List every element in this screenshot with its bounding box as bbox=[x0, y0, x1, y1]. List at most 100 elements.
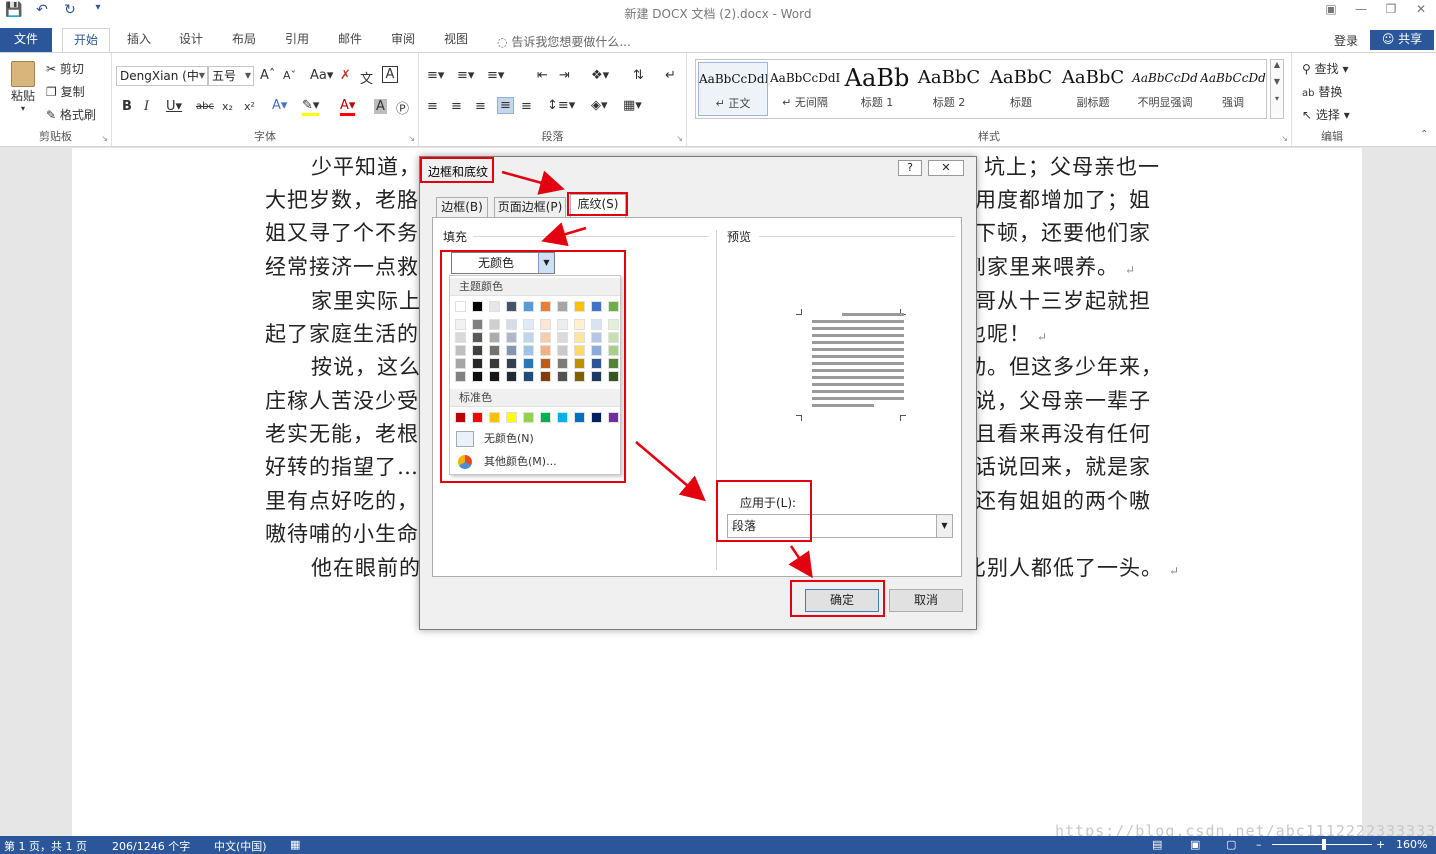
copy-button[interactable]: ❐ 复制 bbox=[46, 83, 85, 100]
text-line: 比别人都低了一头。 ↵ bbox=[965, 552, 1180, 582]
page-count[interactable]: 第 1 页，共 1 页 bbox=[4, 838, 87, 854]
style-name: 不明显强调 bbox=[1137, 96, 1193, 109]
close-icon[interactable]: ✕ bbox=[928, 160, 964, 176]
change-case-icon[interactable]: Aa▾ bbox=[310, 68, 333, 83]
tab-page-border[interactable]: 页面边框(P) bbox=[494, 197, 566, 218]
paste-button[interactable]: 粘贴 ▾ bbox=[8, 61, 38, 113]
character-border-icon[interactable]: A bbox=[382, 66, 398, 83]
font-launcher-icon[interactable]: ↘ bbox=[408, 134, 415, 143]
style-heading-2[interactable]: AaBbC 标题 2 bbox=[914, 62, 984, 116]
tab-references[interactable]: 引用 bbox=[280, 28, 314, 52]
format-painter-button[interactable]: ✎ 格式刷 bbox=[46, 106, 96, 123]
align-center-icon[interactable]: ≡ bbox=[451, 99, 462, 114]
distributed-icon[interactable]: ≡ bbox=[521, 99, 532, 114]
style-subtle-emphasis[interactable]: AaBbCcDd 不明显强调 bbox=[1130, 62, 1200, 116]
bold-icon[interactable]: B bbox=[122, 99, 132, 114]
web-layout-icon[interactable]: ▢ bbox=[1226, 838, 1236, 851]
share-button[interactable]: ☺ 共享 bbox=[1370, 30, 1434, 50]
underline-icon[interactable]: U▾ bbox=[166, 99, 182, 114]
chevron-down-icon[interactable]: ▼ bbox=[936, 515, 952, 537]
show-marks-icon[interactable]: ↵ bbox=[665, 68, 676, 83]
font-color-icon[interactable]: A▾ bbox=[340, 98, 356, 116]
select-button[interactable]: ↖ 选择 ▾ bbox=[1302, 106, 1350, 123]
replace-button[interactable]: ab 替换 bbox=[1302, 83, 1342, 100]
style-sample: AaBbC bbox=[917, 67, 981, 88]
cut-button[interactable]: ✂ 剪切 bbox=[46, 60, 84, 77]
preview-line bbox=[812, 341, 904, 344]
style-heading-1[interactable]: AaBb 标题 1 bbox=[842, 62, 912, 116]
shrink-font-icon[interactable]: Aˇ bbox=[283, 69, 296, 82]
clear-formatting-icon[interactable]: ✗ bbox=[340, 68, 351, 83]
style-name: 标题 2 bbox=[932, 96, 966, 109]
increase-indent-icon[interactable]: ⇥ bbox=[559, 68, 570, 83]
numbering-icon[interactable]: ≡▾ bbox=[457, 68, 474, 83]
character-shading-icon[interactable]: A bbox=[374, 99, 387, 114]
find-button[interactable]: ⚲ 查找 ▾ bbox=[1302, 60, 1348, 77]
style-title[interactable]: AaBbC 标题 bbox=[986, 62, 1056, 116]
strikethrough-icon[interactable]: abc bbox=[196, 101, 214, 112]
styles-scroll[interactable]: ▲ ▼ ▾ bbox=[1270, 59, 1284, 119]
style-subtitle[interactable]: AaBbC 副标题 bbox=[1058, 62, 1128, 116]
text-effects-icon[interactable]: A▾ bbox=[272, 98, 287, 113]
tab-file[interactable]: 文件 bbox=[0, 28, 52, 52]
superscript-icon[interactable]: x² bbox=[244, 100, 255, 113]
font-size-combo[interactable]: 五号 ▼ bbox=[208, 66, 254, 86]
restore-icon[interactable]: ❐ bbox=[1376, 0, 1406, 22]
tab-mailings[interactable]: 邮件 bbox=[333, 28, 367, 52]
style-no-spacing[interactable]: AaBbCcDdI ↵ 无间隔 bbox=[770, 62, 840, 116]
style-normal[interactable]: AaBbCcDdI ↵ 正文 bbox=[698, 62, 768, 116]
zoom-slider-handle[interactable] bbox=[1322, 839, 1326, 850]
zoom-in-icon[interactable]: + bbox=[1376, 838, 1385, 851]
collapse-ribbon-icon[interactable]: ⌃ bbox=[1420, 129, 1428, 140]
print-layout-icon[interactable]: ▣ bbox=[1190, 838, 1200, 851]
shading-icon[interactable]: ◈▾ bbox=[591, 98, 608, 113]
align-right-icon[interactable]: ≡ bbox=[475, 99, 486, 114]
close-window-icon[interactable]: ✕ bbox=[1406, 0, 1436, 22]
borders-icon[interactable]: ▦▾ bbox=[623, 98, 642, 113]
line-spacing-icon[interactable]: ↕≡▾ bbox=[547, 98, 575, 113]
paste-dropdown-icon[interactable]: ▾ bbox=[8, 104, 38, 113]
style-emphasis[interactable]: AaBbCcDd 强调 bbox=[1200, 62, 1266, 116]
language[interactable]: 中文(中国) bbox=[214, 838, 267, 854]
read-mode-icon[interactable]: ▤ bbox=[1152, 838, 1162, 851]
tab-layout[interactable]: 布局 bbox=[227, 28, 261, 52]
sort-icon[interactable]: ⇅ bbox=[633, 68, 644, 83]
chevron-down-icon[interactable]: ▼ bbox=[1271, 77, 1283, 86]
zoom-out-icon[interactable]: – bbox=[1256, 838, 1262, 851]
phonetic-guide-icon[interactable]: 文 bbox=[360, 68, 373, 87]
login-link[interactable]: 登录 bbox=[1334, 32, 1358, 49]
bullets-icon[interactable]: ≡▾ bbox=[427, 68, 444, 83]
tab-home[interactable]: 开始 bbox=[62, 28, 110, 52]
tab-insert[interactable]: 插入 bbox=[122, 28, 156, 52]
tab-design[interactable]: 设计 bbox=[174, 28, 208, 52]
macro-icon[interactable]: ▦ bbox=[290, 838, 300, 851]
highlight-icon[interactable]: ✎▾ bbox=[302, 98, 320, 116]
decrease-indent-icon[interactable]: ⇤ bbox=[537, 68, 548, 83]
enclose-characters-icon[interactable]: Ⓟ bbox=[396, 98, 409, 117]
help-button[interactable]: ? bbox=[898, 160, 922, 176]
chinese-layout-icon[interactable]: ❖▾ bbox=[591, 68, 609, 83]
expand-gallery-icon[interactable]: ▾ bbox=[1271, 94, 1283, 103]
ribbon-display-options-icon[interactable]: ▣ bbox=[1316, 0, 1346, 22]
justify-icon[interactable]: ≡ bbox=[497, 97, 514, 114]
chevron-up-icon[interactable]: ▲ bbox=[1271, 60, 1283, 69]
minimize-icon[interactable]: — bbox=[1346, 0, 1376, 22]
cancel-button[interactable]: 取消 bbox=[889, 589, 963, 612]
tab-review[interactable]: 审阅 bbox=[386, 28, 420, 52]
font-name-combo[interactable]: DengXian (中 ▼ bbox=[116, 66, 208, 86]
multilevel-list-icon[interactable]: ≡▾ bbox=[487, 68, 504, 83]
subscript-icon[interactable]: x₂ bbox=[222, 100, 233, 113]
word-count[interactable]: 206/1246 个字 bbox=[112, 838, 190, 854]
zoom-level[interactable]: 160% bbox=[1396, 838, 1427, 851]
paragraph-launcher-icon[interactable]: ↘ bbox=[676, 134, 683, 143]
grow-font-icon[interactable]: Aˆ bbox=[260, 68, 275, 83]
styles-launcher-icon[interactable]: ↘ bbox=[1281, 134, 1288, 143]
share-label: 共享 bbox=[1398, 32, 1423, 46]
clipboard-launcher-icon[interactable]: ↘ bbox=[101, 134, 108, 143]
tab-view[interactable]: 视图 bbox=[439, 28, 473, 52]
align-left-icon[interactable]: ≡ bbox=[427, 99, 438, 114]
tell-me-box[interactable]: ◌ 告诉我您想要做什么... bbox=[497, 33, 631, 50]
italic-icon[interactable]: I bbox=[144, 99, 149, 114]
tab-borders[interactable]: 边框(B) bbox=[436, 197, 488, 218]
chevron-down-icon: ▼ bbox=[244, 71, 251, 80]
